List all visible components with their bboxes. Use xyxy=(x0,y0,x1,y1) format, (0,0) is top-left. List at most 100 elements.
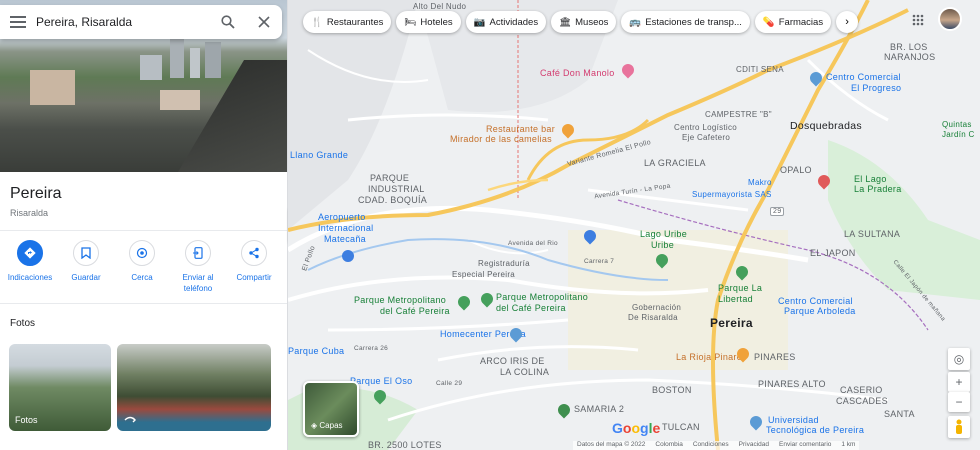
side-panel: Pereira Risaralda Indicaciones Guardar C… xyxy=(0,0,288,450)
map-label-poi[interactable]: Tecnológica de Pereira xyxy=(766,425,864,435)
map-label[interactable]: Jardín C xyxy=(942,130,975,139)
search-icon[interactable] xyxy=(210,5,246,39)
terms-link[interactable]: Condiciones xyxy=(693,441,729,450)
chip-hotels[interactable]: 🛏 Hoteles xyxy=(396,11,461,33)
feedback-link[interactable]: Enviar comentario xyxy=(779,441,831,450)
chip-pharmacies[interactable]: 💊 Farmacias xyxy=(754,11,832,33)
map-label-poi[interactable]: Parque Cuba xyxy=(288,346,344,356)
close-icon[interactable] xyxy=(246,5,282,39)
save-button[interactable]: Guardar xyxy=(60,240,112,294)
send-to-phone-icon xyxy=(185,240,211,266)
photo-street-view[interactable] xyxy=(117,344,271,431)
map-label-poi[interactable]: Parque Metropolitano xyxy=(354,295,446,305)
chip-transit[interactable]: 🚌 Estaciones de transp... xyxy=(621,11,750,33)
map-label-poi[interactable]: Parque La xyxy=(718,283,762,293)
map-label-poi[interactable]: Universidad xyxy=(768,415,819,425)
menu-icon[interactable] xyxy=(0,5,36,39)
photo-aerial[interactable]: Fotos xyxy=(9,344,111,431)
apps-grid-icon[interactable] xyxy=(908,10,928,30)
map-label-poi[interactable]: Parque El Oso xyxy=(350,376,412,386)
map-label: BR. LOS xyxy=(890,42,928,52)
chip-label: Actividades xyxy=(489,16,539,28)
map-label-poi[interactable]: Libertad xyxy=(718,294,753,304)
map-label[interactable]: Gobernación xyxy=(632,303,681,312)
map-label-poi[interactable]: del Café Pereira xyxy=(380,306,450,316)
map-label-poi[interactable]: Centro Comercial xyxy=(778,296,853,306)
map-label-poi[interactable]: Restaurante bar xyxy=(486,124,555,134)
map-label: LA GRACIELA xyxy=(644,158,706,168)
save-label: Guardar xyxy=(71,273,101,282)
chip-museums[interactable]: 🏛 Museos xyxy=(551,11,617,33)
map-label-poi[interactable]: Mirador de las camelias xyxy=(450,134,552,144)
layers-button[interactable]: ◈ Capas xyxy=(303,381,359,437)
pharmacy-icon: 💊 xyxy=(762,16,775,28)
chip-restaurants[interactable]: 🍴 Restaurantes xyxy=(303,11,392,33)
chip-activities[interactable]: 📷 Actividades xyxy=(465,11,547,33)
map-footer: Datos del mapa © 2022 Colombia Condicion… xyxy=(573,441,860,450)
map-label-poi[interactable]: Lago Uribe xyxy=(640,229,687,239)
map-label-poi[interactable]: del Café Pereira xyxy=(496,303,566,313)
scale-bar[interactable]: 1 km xyxy=(841,441,855,450)
map-label-poi[interactable]: Parque Arboleda xyxy=(784,306,856,316)
chip-label: Hoteles xyxy=(420,16,453,28)
map-label[interactable]: Quintas xyxy=(942,120,972,129)
avatar[interactable] xyxy=(938,7,962,31)
map-label: LA COLINA xyxy=(500,367,550,377)
map-label[interactable]: CDITI SENA xyxy=(736,65,784,74)
nearby-label: Cerca xyxy=(131,273,153,282)
map-label: LA SULTANA xyxy=(844,229,901,239)
map-label-poi[interactable]: Supermayorista SAS xyxy=(692,190,772,199)
chevron-right-icon[interactable]: › xyxy=(836,11,859,33)
bookmark-icon xyxy=(73,240,99,266)
map-data-credit[interactable]: Datos del mapa © 2022 xyxy=(577,441,645,450)
map-label-city[interactable]: Pereira xyxy=(710,316,753,330)
map-label-poi[interactable]: Makro xyxy=(748,178,772,187)
my-location-icon[interactable]: ◎ xyxy=(948,348,970,370)
museum-icon: 🏛 xyxy=(559,16,572,28)
map-canvas[interactable]: Alto Del Nudo BR. LOS NARANJOS Café Don … xyxy=(288,0,980,450)
share-button[interactable]: Compartir xyxy=(228,240,280,294)
directions-label: Indicaciones xyxy=(7,273,53,282)
map-label-poi[interactable]: El Progreso xyxy=(851,83,901,93)
zoom-out-button[interactable]: − xyxy=(948,392,970,412)
map-label-cafe[interactable]: Café Don Manolo xyxy=(540,68,615,78)
map-label-poi[interactable]: Internacional xyxy=(318,223,373,233)
map-label: TULCAN xyxy=(662,422,700,432)
map-label-poi[interactable]: La Pradera xyxy=(854,184,902,194)
map-label: OPALO xyxy=(780,165,812,175)
map-label-poi[interactable]: Centro Comercial xyxy=(826,72,901,82)
map-label-poi[interactable]: Matecaña xyxy=(324,234,366,244)
airport-pin-icon[interactable] xyxy=(342,250,354,262)
map-label-poi[interactable]: Aeropuerto xyxy=(318,212,366,222)
nearby-button[interactable]: Cerca xyxy=(116,240,168,294)
directions-button[interactable]: Indicaciones xyxy=(4,240,56,294)
pegman-icon[interactable] xyxy=(948,416,970,438)
map-label-city[interactable]: Dosquebradas xyxy=(790,120,862,132)
google-logo: Google xyxy=(612,420,661,436)
map-label: EL JAPON xyxy=(810,248,856,258)
divider xyxy=(0,303,287,304)
map-label-road: Calle 29 xyxy=(436,380,463,387)
map-label-poi[interactable]: Parque Metropolitano xyxy=(496,292,588,302)
map-label[interactable]: Eje Cafetero xyxy=(682,133,730,142)
map-label[interactable]: De Risaralda xyxy=(628,313,678,322)
layers-label: ◈ Capas xyxy=(311,421,343,430)
map-label[interactable]: Especial Pereira xyxy=(452,270,515,279)
map-label: ARCO IRIS DE xyxy=(480,356,545,366)
map-label-poi[interactable]: Uribe xyxy=(651,240,674,250)
zoom-in-button[interactable]: + xyxy=(948,372,970,392)
search-input[interactable] xyxy=(36,15,210,29)
map-label: CASCADES xyxy=(836,396,888,406)
map-label-poi[interactable]: Llano Grande xyxy=(290,150,348,160)
map-label: CAMPESTRE "B" xyxy=(705,110,772,119)
privacy-link[interactable]: Privacidad xyxy=(739,441,769,450)
map-label: SAMARIA 2 xyxy=(574,404,625,414)
chip-label: Restaurantes xyxy=(326,16,384,28)
map-label[interactable]: Centro Logístico xyxy=(674,123,737,132)
directions-icon xyxy=(17,240,43,266)
send-to-phone-button[interactable]: Enviar al teléfono xyxy=(172,240,224,294)
map-label[interactable]: Registraduría xyxy=(478,259,530,268)
map-label-poi[interactable]: El Lago xyxy=(854,174,887,184)
country-link[interactable]: Colombia xyxy=(655,441,682,450)
share-label: Compartir xyxy=(236,273,272,282)
